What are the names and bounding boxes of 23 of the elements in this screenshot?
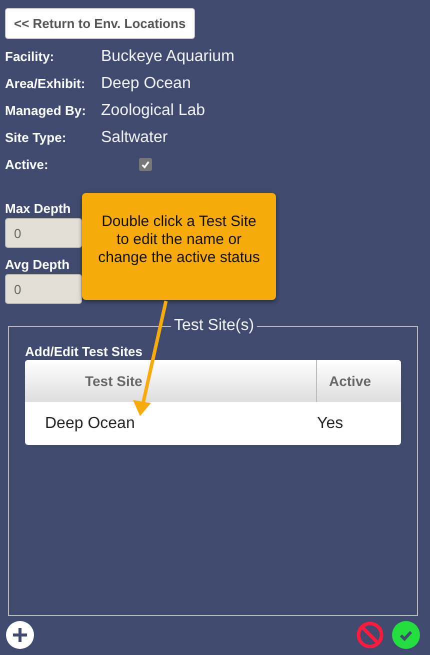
field-label: Managed By: <box>5 102 87 120</box>
add-icon[interactable] <box>5 620 35 650</box>
confirm-icon[interactable] <box>392 621 420 649</box>
fieldset-legend: Test Site(s) <box>171 316 258 336</box>
field-label: Avg Depth <box>5 258 70 272</box>
field-label: Active: <box>5 156 50 174</box>
field-value: Saltwater <box>101 128 168 148</box>
active-checkbox[interactable] <box>139 158 152 171</box>
field-label: Max Depth <box>5 202 71 216</box>
column-header[interactable]: Active <box>317 360 372 402</box>
field-value: Deep Ocean <box>101 74 191 94</box>
number-input[interactable]: 0 <box>5 218 82 248</box>
back-button[interactable]: << Return to Env. Locations <box>5 8 195 39</box>
field-label: Facility: <box>5 48 56 66</box>
field-label: Area/Exhibit: <box>5 74 86 93</box>
table-cell[interactable]: Yes <box>317 412 344 436</box>
section-title: Add/Edit Test Sites <box>25 343 144 360</box>
field-value: Zoological Lab <box>101 100 206 120</box>
callout-box: Double click a Test Site to edit the name or change the active status <box>82 193 276 300</box>
field-label: Site Type: <box>5 128 68 147</box>
table-cell[interactable]: Deep Ocean <box>25 412 317 436</box>
field-value: Buckeye Aquarium <box>101 46 234 66</box>
number-input[interactable]: 0 <box>5 274 82 304</box>
